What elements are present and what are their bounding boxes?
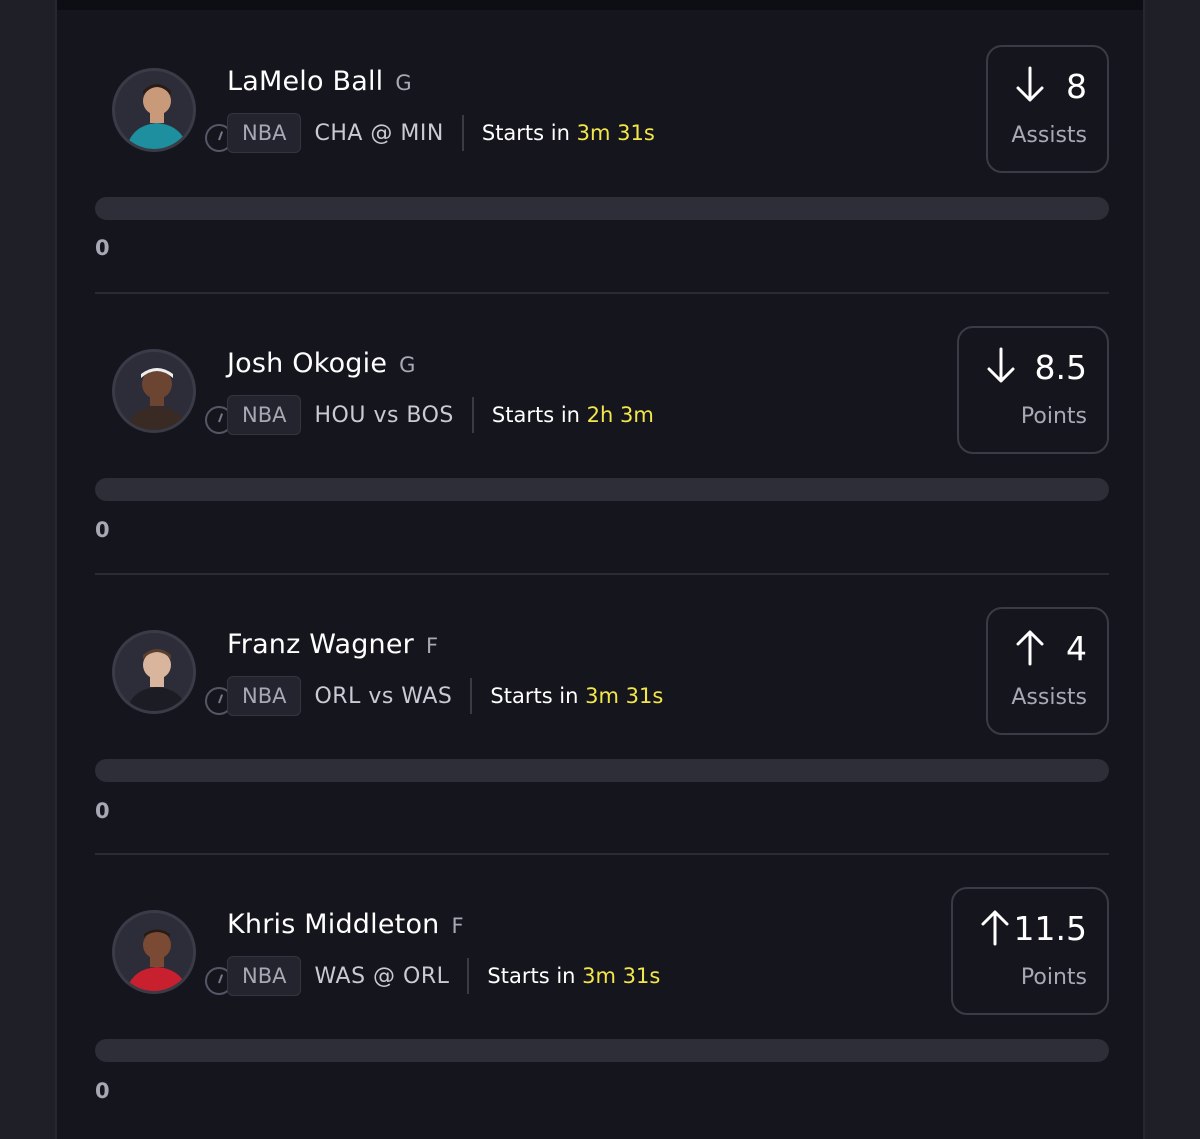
arrow-up-icon <box>1016 630 1044 666</box>
player-position: F <box>425 634 439 658</box>
divider <box>470 678 473 714</box>
current-stat-value: 0 <box>95 799 110 823</box>
current-stat-value: 0 <box>95 236 110 260</box>
divider <box>467 958 470 994</box>
progress-bar <box>95 759 1109 782</box>
arrow-down-icon <box>987 347 1015 383</box>
player-jersey <box>126 123 188 149</box>
start-time: Starts in 3m 31s <box>487 964 661 988</box>
line-value: 11.5 <box>1013 909 1087 948</box>
divider <box>461 115 464 151</box>
progress-bar <box>95 478 1109 501</box>
player-jersey <box>126 406 188 430</box>
matchup: HOU vs BOS <box>314 402 454 428</box>
start-time: Starts in 3m 31s <box>481 121 655 145</box>
start-time: Starts in 2h 3m <box>491 403 654 427</box>
player-avatar <box>112 910 196 994</box>
progress-bar <box>95 197 1109 220</box>
matchup: CHA @ MIN <box>314 120 444 146</box>
league-badge: NBA <box>227 113 302 153</box>
countdown: 2h 3m <box>586 403 654 427</box>
player-avatar <box>112 349 196 433</box>
league-badge: NBA <box>227 395 302 435</box>
current-stat-value: 0 <box>95 1079 110 1103</box>
picks-panel: LaMelo Ball G NBA CHA @ MIN Starts in 3m… <box>55 0 1145 1139</box>
line-value: 8 <box>1066 67 1087 106</box>
pick-card[interactable]: Khris Middleton F NBA WAS @ ORL Starts i… <box>95 853 1109 1139</box>
league-badge: NBA <box>227 956 302 996</box>
player-name: LaMelo Ball <box>227 66 384 97</box>
player-name: Josh Okogie <box>227 348 388 379</box>
progress-bar <box>95 1039 1109 1062</box>
arrow-down-icon <box>1016 66 1044 102</box>
player-name: Franz Wagner <box>227 629 414 660</box>
countdown: 3m 31s <box>582 964 661 988</box>
stat-type: Assists <box>1011 123 1087 148</box>
projection-box[interactable]: 11.5 Points <box>951 887 1109 1015</box>
player-position: G <box>399 353 416 377</box>
matchup: WAS @ ORL <box>314 963 450 989</box>
countdown: 3m 31s <box>576 121 655 145</box>
countdown: 3m 31s <box>585 684 664 708</box>
player-position: F <box>451 914 464 938</box>
line-value: 8.5 <box>1034 348 1087 387</box>
projection-box[interactable]: 8 Assists <box>986 45 1109 173</box>
divider <box>471 397 474 433</box>
pick-card[interactable]: Josh Okogie G NBA HOU vs BOS Starts in 2… <box>95 292 1109 573</box>
player-avatar <box>112 630 196 714</box>
player-avatar <box>112 68 196 152</box>
player-position: G <box>395 71 412 95</box>
pick-card[interactable]: Franz Wagner F NBA ORL vs WAS Starts in … <box>95 573 1109 854</box>
arrow-up-icon <box>981 910 1009 946</box>
pick-card[interactable]: LaMelo Ball G NBA CHA @ MIN Starts in 3m… <box>95 0 1109 281</box>
stat-type: Points <box>1020 965 1087 990</box>
player-jersey <box>126 967 188 991</box>
projection-box[interactable]: 8.5 Points <box>957 326 1109 454</box>
current-stat-value: 0 <box>95 518 110 542</box>
line-value: 4 <box>1066 629 1087 668</box>
matchup: ORL vs WAS <box>314 683 453 709</box>
league-badge: NBA <box>227 676 302 716</box>
stat-type: Assists <box>1011 685 1087 710</box>
stat-type: Points <box>1020 404 1087 429</box>
player-jersey <box>126 687 188 711</box>
start-time: Starts in 3m 31s <box>490 684 664 708</box>
player-name: Khris Middleton <box>227 909 440 940</box>
projection-box[interactable]: 4 Assists <box>986 607 1109 735</box>
